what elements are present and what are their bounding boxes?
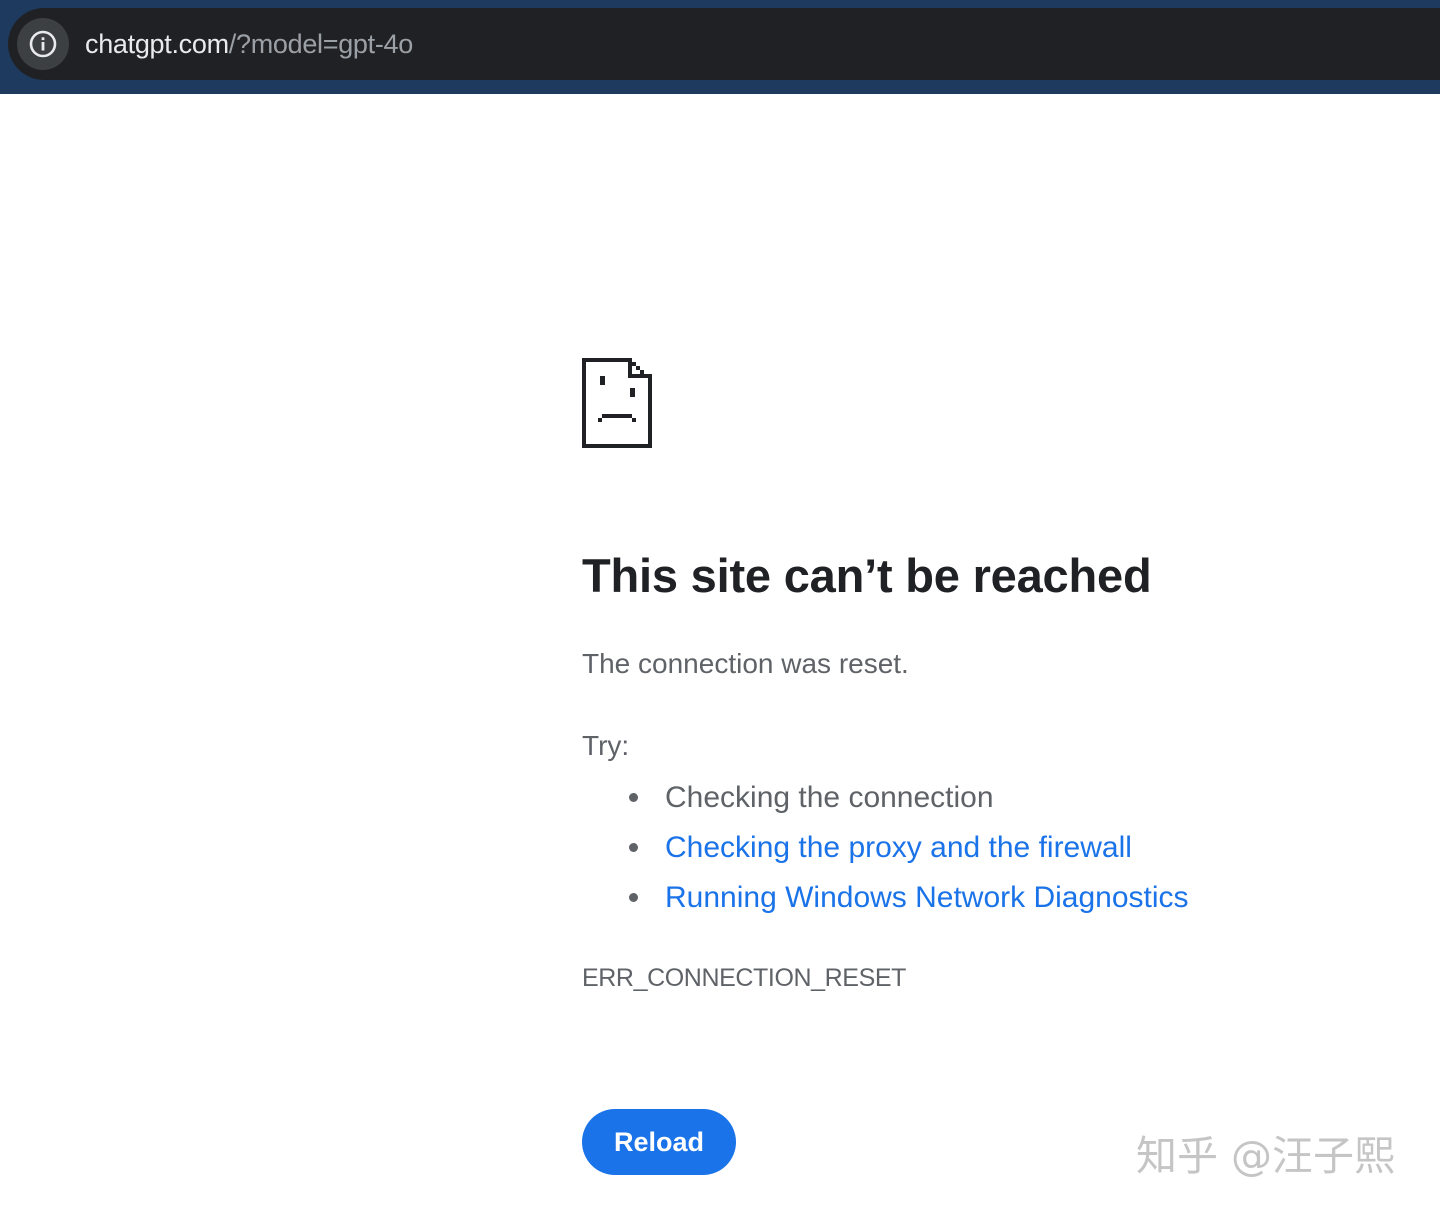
- error-code: ERR_CONNECTION_RESET: [582, 964, 906, 992]
- suggestion-check-proxy: Checking the proxy and the firewall: [582, 828, 1189, 878]
- reload-button[interactable]: Reload: [582, 1109, 736, 1175]
- suggestion-network-diagnostics: Running Windows Network Diagnostics: [582, 878, 1189, 928]
- url-path: /?model=gpt-4o: [228, 28, 413, 59]
- suggestion-list: Checking the connection Checking the pro…: [582, 778, 1189, 928]
- bullet-icon: [629, 843, 638, 852]
- sad-page-icon: [582, 358, 652, 448]
- error-page: This site can’t be reached The connectio…: [582, 358, 1342, 1175]
- network-diagnostics-link[interactable]: Running Windows Network Diagnostics: [665, 881, 1189, 914]
- try-label: Try:: [582, 730, 630, 761]
- proxy-firewall-link[interactable]: Checking the proxy and the firewall: [665, 831, 1132, 864]
- error-description: The connection was reset.: [582, 648, 909, 679]
- error-title: This site can’t be reached: [582, 549, 1152, 602]
- watermark: 知乎 @汪子熙: [1136, 1132, 1396, 1180]
- suggestion-check-connection: Checking the connection: [582, 778, 1189, 828]
- browser-toolbar: chatgpt.com/?model=gpt-4o: [0, 0, 1440, 94]
- address-bar[interactable]: chatgpt.com/?model=gpt-4o: [8, 8, 1440, 80]
- url-host: chatgpt.com: [85, 28, 229, 59]
- bullet-icon: [629, 893, 638, 902]
- info-circle-icon: [29, 30, 57, 58]
- url-text[interactable]: chatgpt.com/?model=gpt-4o: [85, 29, 413, 60]
- site-info-button[interactable]: [17, 18, 69, 70]
- suggestion-label: Checking the connection: [665, 781, 994, 814]
- bullet-icon: [629, 793, 638, 802]
